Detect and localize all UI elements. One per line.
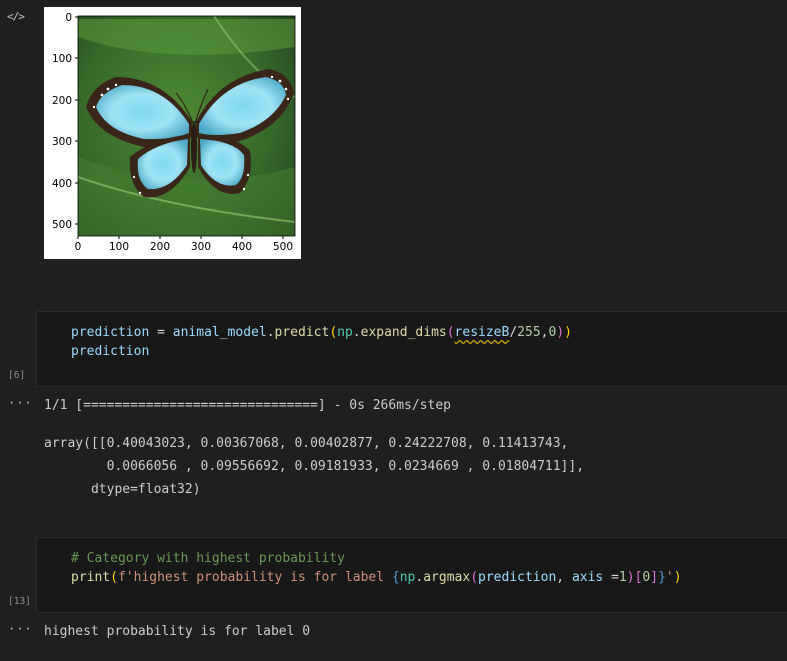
token: ( [470, 570, 479, 585]
code-toggle-icon[interactable]: </> [7, 10, 25, 23]
code-comment[interactable]: # Category with highest probability [71, 549, 345, 568]
token: animal_model [172, 325, 267, 340]
y-tick-label: 300 [52, 136, 72, 148]
token: = [149, 325, 173, 340]
token: ( [110, 570, 118, 585]
output-menu-icon[interactable]: ··· [8, 622, 33, 636]
token: , [556, 570, 572, 585]
image-output: 0 100 200 300 400 500 0 100 200 300 400 … [44, 7, 301, 259]
token: axis [571, 570, 604, 585]
code-line-2[interactable]: prediction [71, 342, 149, 361]
x-tick-label: 0 [75, 241, 82, 253]
y-tick-label: 200 [52, 95, 72, 107]
token: ) [556, 325, 565, 340]
token: expand_dims [360, 325, 447, 340]
token: ' [665, 570, 674, 585]
token: 1 [618, 570, 627, 585]
array-output-line: 0.0066056 , 0.09556692, 0.09181933, 0.02… [44, 459, 585, 474]
x-axis: 0 100 200 300 400 500 [75, 236, 293, 253]
progress-output: 1/1 [==============================] - 0… [44, 398, 451, 413]
y-tick-label: 400 [52, 178, 72, 190]
token: print [71, 570, 111, 585]
array-output-line: dtype=float32) [44, 482, 201, 497]
token: ( [329, 325, 338, 340]
x-tick-label: 500 [273, 241, 293, 253]
token: = [603, 570, 619, 585]
token: / [509, 325, 518, 340]
print-output: highest probability is for label 0 [44, 624, 311, 639]
y-axis: 0 100 200 300 400 500 [52, 12, 78, 231]
code-cell-6[interactable]: prediction = animal_model.predict(np.exp… [36, 311, 787, 387]
y-tick-label: 500 [52, 219, 72, 231]
token: np [337, 325, 353, 340]
token: ) [564, 325, 572, 340]
token: ) [626, 570, 635, 585]
x-tick-label: 100 [109, 241, 129, 253]
token: prediction [478, 570, 557, 585]
imshow-plot: 0 100 200 300 400 500 0 100 200 300 400 … [52, 12, 296, 253]
token: . [266, 325, 275, 340]
token: ( [446, 325, 455, 340]
token: . [352, 325, 361, 340]
token: { [391, 570, 400, 585]
token: argmax [423, 570, 471, 585]
array-output-line: array([[0.40043023, 0.00367068, 0.004028… [44, 436, 569, 451]
y-tick-label: 100 [52, 53, 72, 65]
token: prediction [71, 325, 150, 340]
code-line-print[interactable]: print(f'highest probability is for label… [71, 568, 682, 587]
warning-token[interactable]: resizeB [455, 325, 510, 340]
token: f'highest probability is for label [117, 570, 392, 585]
token: ) [673, 570, 682, 585]
butterfly-image [77, 15, 296, 236]
token: ] [650, 570, 659, 585]
token: np [399, 570, 416, 585]
token: } [658, 570, 666, 585]
token: predict [274, 325, 330, 340]
code-line-1[interactable]: prediction = animal_model.predict(np.exp… [71, 323, 572, 342]
execution-count: [6] [8, 370, 26, 381]
x-tick-label: 300 [191, 241, 211, 253]
x-tick-label: 200 [150, 241, 170, 253]
token: 255 [517, 325, 541, 340]
code-cell-13[interactable]: # Category with highest probability prin… [36, 537, 787, 613]
x-tick-label: 400 [232, 241, 252, 253]
output-menu-icon[interactable]: ··· [8, 396, 33, 410]
y-tick-label: 0 [65, 12, 72, 24]
execution-count: [13] [8, 596, 31, 607]
